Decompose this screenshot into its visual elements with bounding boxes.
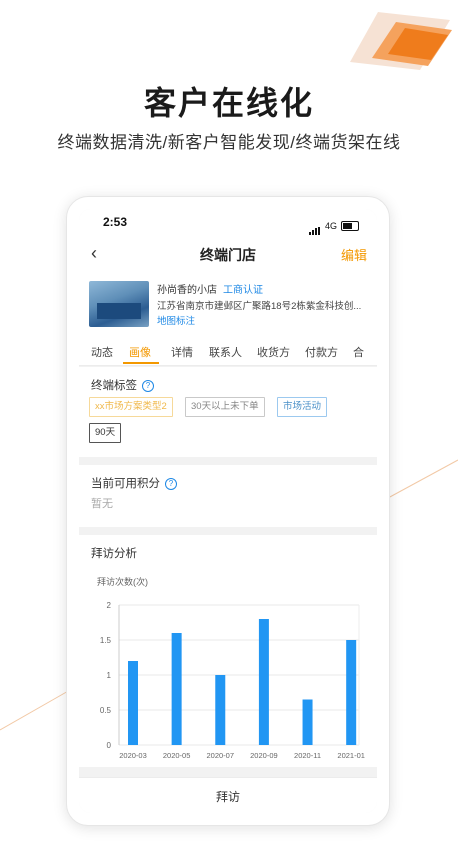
y-tick-label: 0 (107, 741, 112, 750)
tab-bar: 动态 画像 详情 联系人 收货方 付款方 合 (79, 337, 377, 366)
x-tick-label: 2020-11 (294, 751, 321, 760)
tab-details[interactable]: 详情 (171, 344, 193, 360)
signal-icon (308, 217, 321, 235)
tab-contacts[interactable]: 联系人 (209, 344, 242, 360)
map-link[interactable]: 地图标注 (157, 313, 195, 327)
help-icon[interactable]: ? (165, 477, 177, 490)
tag-item[interactable]: 90天 (89, 423, 122, 443)
x-tick-label: 2020-07 (207, 751, 235, 760)
tags-section: 终端标签? xx市场方案类型2 30天以上未下单 市场活动 90天 (79, 367, 377, 457)
tag-item[interactable]: 30天以上未下单 (185, 397, 265, 417)
visit-analysis-section: 拜访分析 拜访次数(次) 0 0.5 1 1.5 2 2020-03 2020-05 2020-… (79, 535, 377, 767)
phone-screen: 2:53 4G ‹ 终端门店 编辑 孙尚香的小店 工商认证 江苏省南京市建邺区广聚… (79, 209, 377, 813)
tab-activity[interactable]: 动态 (91, 344, 113, 360)
chart-bar (258, 619, 269, 745)
edit-button[interactable]: 编辑 (341, 245, 367, 264)
store-card[interactable]: 孙尚香的小店 工商认证 江苏省南京市建邺区广聚路18号2栋紫金科技创... 地图标… (79, 271, 377, 338)
tag-item[interactable]: 市场活动 (277, 397, 328, 417)
headline: 客户在线化 (143, 85, 314, 121)
store-address: 江苏省南京市建邺区广聚路18号2栋紫金科技创... (157, 301, 362, 312)
y-tick-label: 0.5 (100, 706, 112, 715)
subheadline: 终端数据清洗/新客户智能发现/终端货架在线 (57, 133, 401, 152)
y-tick-label: 2 (107, 601, 112, 610)
chart-bar (302, 699, 313, 745)
status-bar: 2:53 4G (79, 209, 377, 235)
points-section: 当前可用积分? 暂无 (79, 465, 377, 527)
tags-title: 终端标签 (91, 380, 137, 392)
x-tick-label: 2021-01 (337, 751, 365, 760)
chart-bar (346, 640, 357, 745)
cert-badge: 工商认证 (223, 285, 263, 296)
x-tick-label: 2020-09 (250, 751, 278, 760)
tab-portrait[interactable]: 画像 (129, 344, 151, 360)
nav-bar: ‹ 终端门店 编辑 (79, 235, 377, 272)
battery-icon (341, 221, 359, 231)
y-axis-label: 拜访次数(次) (97, 576, 148, 587)
x-tick-label: 2020-05 (163, 751, 191, 760)
y-tick-label: 1 (107, 671, 112, 680)
points-title: 当前可用积分 (91, 478, 160, 490)
phone-frame: 2:53 4G ‹ 终端门店 编辑 孙尚香的小店 工商认证 江苏省南京市建邺区广聚… (66, 196, 390, 826)
tag-item[interactable]: xx市场方案类型2 (89, 397, 173, 417)
tab-receiver[interactable]: 收货方 (257, 344, 290, 360)
tab-more[interactable]: 合 (353, 344, 364, 360)
y-tick-label: 1.5 (100, 636, 112, 645)
store-name: 孙尚香的小店 (157, 285, 217, 296)
points-value: 暂无 (91, 498, 113, 510)
help-icon[interactable]: ? (142, 379, 154, 392)
visit-button[interactable]: 拜访 (79, 788, 377, 805)
network-type: 4G (324, 221, 337, 231)
chart-bar (171, 633, 182, 745)
visit-bar-chart: 拜访次数(次) 0 0.5 1 1.5 2 2020-03 2020-05 2020-07 202… (97, 576, 365, 760)
chart-bar (215, 675, 226, 745)
tab-payer[interactable]: 付款方 (305, 344, 338, 360)
page-title: 终端门店 (200, 247, 256, 263)
bottom-bar: 拜访 (79, 777, 377, 813)
store-photo[interactable] (89, 281, 149, 327)
active-tab-indicator (123, 362, 159, 364)
chart-bar (128, 661, 138, 745)
status-time: 2:53 (103, 215, 128, 229)
x-tick-label: 2020-03 (119, 751, 147, 760)
